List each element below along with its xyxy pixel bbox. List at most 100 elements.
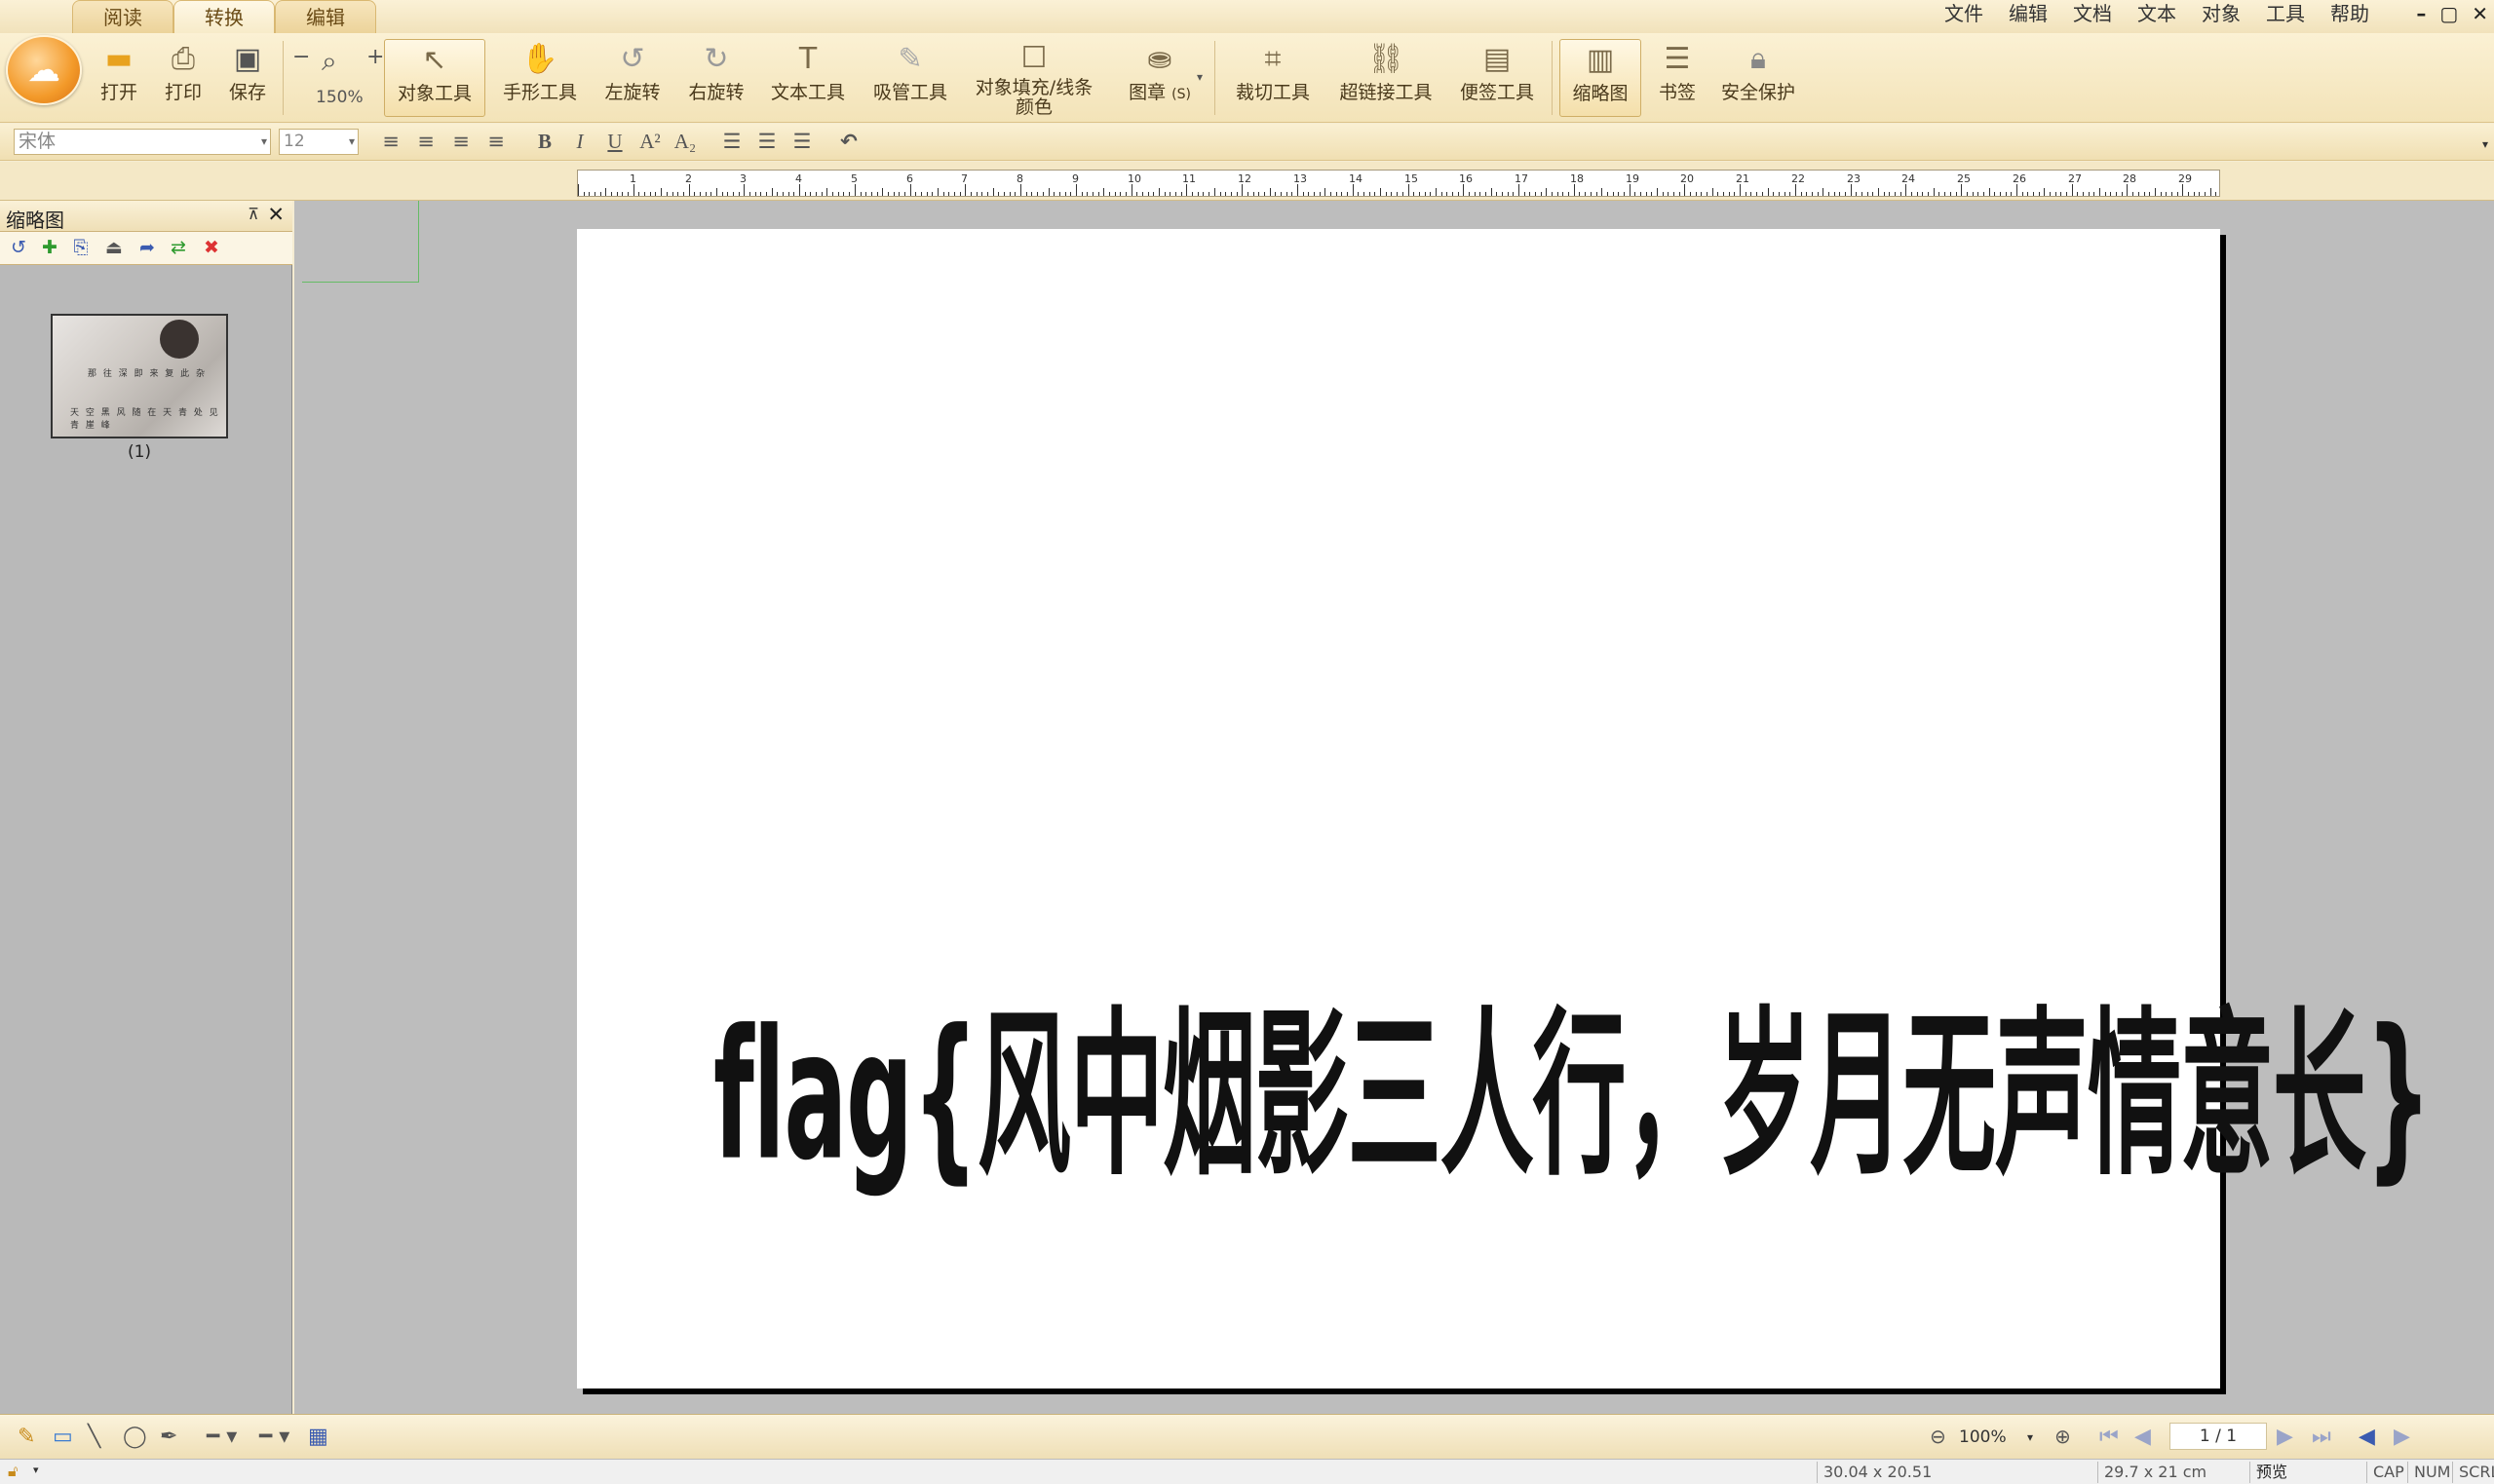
ruler-tick: [1591, 192, 1592, 196]
line-width-icon[interactable]: ━ ▾: [259, 1425, 289, 1449]
separator: [283, 41, 284, 115]
extract-page-icon[interactable]: ⏏: [103, 237, 125, 258]
font-family-select[interactable]: 宋体 ▾: [14, 129, 271, 155]
back-icon[interactable]: ◀: [2359, 1425, 2375, 1449]
stamp-dropdown-caret-icon[interactable]: ▾: [1197, 70, 1203, 84]
forward-icon[interactable]: ▶: [2394, 1425, 2410, 1449]
minimize-button[interactable]: –: [2416, 0, 2426, 27]
rotate-right-button[interactable]: ↻ 右旋转: [682, 39, 750, 117]
tab-edit[interactable]: 编辑: [275, 0, 376, 33]
ruler-tick: [2000, 192, 2001, 196]
menu-tools[interactable]: 工具: [2266, 0, 2305, 27]
close-button[interactable]: ✕: [2472, 0, 2488, 27]
unlock-icon[interactable]: 🔓︎: [8, 1462, 18, 1481]
italic-icon[interactable]: I: [567, 130, 593, 154]
print-button[interactable]: ⎙ 打印: [160, 39, 207, 117]
menu-text[interactable]: 文本: [2137, 0, 2176, 27]
app-logo-icon[interactable]: ☁: [6, 35, 82, 105]
close-panel-icon[interactable]: ✕: [267, 203, 285, 226]
align-left-icon[interactable]: ≡: [378, 130, 403, 153]
superscript-icon[interactable]: A²: [637, 130, 663, 154]
ellipse-icon[interactable]: ◯: [123, 1425, 147, 1449]
menu-file[interactable]: 文件: [1944, 0, 1983, 27]
ruler-tick: [1740, 184, 1741, 196]
align-justify-icon[interactable]: ≡: [483, 130, 509, 153]
menu-edit[interactable]: 编辑: [2009, 0, 2048, 27]
tab-read[interactable]: 阅读: [72, 0, 173, 33]
ruler-tick: [1070, 192, 1071, 196]
zoom-out-icon[interactable]: −: [292, 45, 310, 69]
ruler-tick: [1773, 192, 1774, 196]
align-center-icon[interactable]: ≡: [413, 130, 439, 153]
line-spacing-3-icon[interactable]: ☰: [789, 130, 815, 153]
menu-document[interactable]: 文档: [2073, 0, 2112, 27]
line-spacing-1-icon[interactable]: ☰: [719, 130, 745, 153]
zoom-select[interactable]: 100% ▾: [1959, 1425, 2037, 1450]
open-button[interactable]: ▬ 打开: [96, 39, 142, 117]
security-button[interactable]: 🔒︎ 安全保护: [1717, 39, 1799, 117]
ruler-tick: [1264, 192, 1265, 196]
delete-page-icon[interactable]: ✖: [201, 237, 222, 258]
ruler-number: 9: [1072, 172, 1079, 185]
chevron-down-icon[interactable]: ▾: [2482, 137, 2488, 151]
export-page-icon[interactable]: ➦: [136, 237, 158, 258]
menu-object[interactable]: 对象: [2202, 0, 2241, 27]
add-page-icon[interactable]: ✚: [39, 237, 60, 258]
menu-help[interactable]: 帮助: [2330, 0, 2369, 27]
hyperlink-tool-button[interactable]: ⛓ 超链接工具: [1335, 39, 1437, 117]
next-page-icon[interactable]: ▶: [2277, 1425, 2293, 1449]
ruler-tick: [1983, 192, 1984, 196]
hand-tool-button[interactable]: ✋ 手形工具: [499, 39, 581, 117]
text-tool-button[interactable]: T 文本工具: [766, 39, 850, 117]
tab-convert[interactable]: 转换: [173, 0, 275, 33]
ruler-tick: [2194, 192, 2195, 196]
subscript-icon[interactable]: A₂: [672, 130, 698, 154]
page-number-field[interactable]: 1 / 1: [2169, 1423, 2267, 1450]
chevron-down-icon[interactable]: ▾: [33, 1464, 39, 1476]
image-icon[interactable]: ▦: [308, 1425, 328, 1449]
replace-page-icon[interactable]: ⇄: [168, 237, 189, 258]
object-tool-button[interactable]: ↖ 对象工具: [384, 39, 485, 117]
zoom-out-icon[interactable]: ⊖: [1930, 1425, 1946, 1448]
ruler-tick: [927, 192, 928, 196]
rotate-page-icon[interactable]: ↺: [8, 237, 29, 258]
ruler-tick: [1768, 188, 1769, 196]
line-icon[interactable]: ╲: [88, 1425, 100, 1449]
bold-icon[interactable]: B: [532, 130, 557, 154]
ruler-tick: [2155, 188, 2156, 196]
stamp-button[interactable]: ⛂ 图章 (S): [1119, 39, 1201, 117]
ruler-tick: [1624, 192, 1625, 196]
last-page-icon[interactable]: ⏭: [2312, 1425, 2331, 1449]
eyedropper-tool-button[interactable]: ✎ 吸管工具: [869, 39, 951, 117]
pencil-icon[interactable]: ✎: [18, 1425, 35, 1449]
underline-icon[interactable]: U: [602, 130, 628, 154]
document-page[interactable]: flag{风中烟影三人行，岁月无声情意长}: [577, 229, 2432, 1389]
line-style-icon[interactable]: ━ ▾: [207, 1425, 237, 1449]
ruler-tick: [755, 192, 756, 196]
bookmarks-button[interactable]: ☰ 书签: [1653, 39, 1702, 117]
maximize-button[interactable]: ▢: [2439, 0, 2458, 27]
align-right-icon[interactable]: ≡: [448, 130, 474, 153]
crop-tool-button[interactable]: ⌗ 裁切工具: [1232, 39, 1314, 117]
note-tool-button[interactable]: ▤ 便签工具: [1456, 39, 1538, 117]
insert-page-icon[interactable]: ⎘: [70, 237, 92, 258]
zoom-in-icon[interactable]: ⊕: [2054, 1425, 2071, 1448]
rectangle-icon[interactable]: ▭: [53, 1425, 73, 1449]
page-thumbnail[interactable]: 那 往 深 即 来 复 此 杂 天 空 黑 风 随 在 天 青 处 见 青 崖 …: [51, 314, 228, 438]
ruler-tick: [2044, 188, 2045, 196]
font-size-select[interactable]: 12 ▾: [279, 129, 359, 155]
pen-icon[interactable]: ✒: [160, 1425, 177, 1449]
save-button[interactable]: ▣ 保存: [224, 39, 271, 117]
zoom-in-icon[interactable]: +: [366, 45, 384, 69]
undo-icon[interactable]: ↶: [836, 130, 862, 153]
ruler-tick: [1789, 192, 1790, 196]
line-spacing-2-icon[interactable]: ☰: [754, 130, 780, 153]
fill-line-color-button[interactable]: ☐ 对象填充/线条 颜色: [973, 39, 1095, 118]
first-page-icon[interactable]: ⏮: [2099, 1425, 2119, 1449]
thumbnails-button[interactable]: ▥ 缩略图: [1559, 39, 1641, 117]
prev-page-icon[interactable]: ◀: [2134, 1425, 2151, 1449]
folder-icon: ▬: [104, 41, 134, 76]
pin-icon[interactable]: ⊼: [248, 205, 259, 223]
rotate-left-button[interactable]: ↺ 左旋转: [598, 39, 667, 117]
magnifier-icon[interactable]: ⌕: [322, 45, 337, 78]
